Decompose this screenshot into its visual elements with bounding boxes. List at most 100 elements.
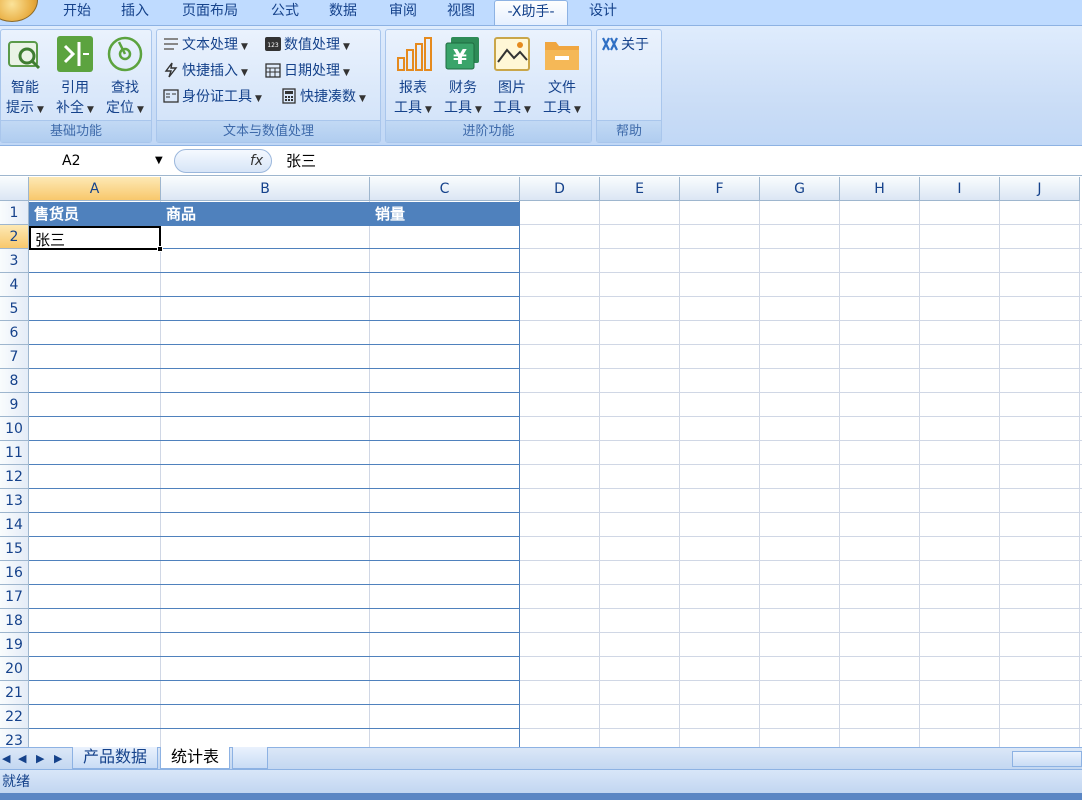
row-header-9[interactable]: 9	[0, 393, 29, 417]
column-header-h[interactable]: H	[840, 177, 920, 201]
id-card-tool-button[interactable]: 身份证工具 ▼	[163, 86, 262, 108]
row-header-18[interactable]: 18	[0, 609, 29, 633]
svg-text:¥: ¥	[453, 45, 467, 69]
row-header-7[interactable]: 7	[0, 345, 29, 369]
chevron-down-icon: ▼	[343, 68, 350, 78]
column-header-i[interactable]: I	[920, 177, 1000, 201]
column-header-g[interactable]: G	[760, 177, 840, 201]
find-locate-button[interactable]: 查找 定位 ▼	[101, 34, 149, 120]
row-header-21[interactable]: 21	[0, 681, 29, 705]
select-all-corner[interactable]	[0, 177, 29, 201]
prev-sheet-icon[interactable]: ◀	[18, 750, 26, 768]
number-processing-button[interactable]: 123 数值处理 ▼	[265, 34, 350, 56]
smart-hint-label-1: 智能	[11, 80, 39, 96]
fx-icon[interactable]: fx	[250, 149, 263, 173]
row-header-8[interactable]: 8	[0, 369, 29, 393]
yuan-icon: ¥	[445, 37, 479, 70]
x-logo-icon	[602, 37, 618, 51]
tab-x-helper[interactable]: -X助手-	[494, 0, 568, 26]
row-header-11[interactable]: 11	[0, 441, 29, 465]
chevron-down-icon[interactable]: ▼	[155, 150, 163, 172]
date-processing-button[interactable]: 日期处理 ▼	[265, 60, 350, 82]
finance-tool-button[interactable]: ¥ 财务 工具 ▼	[439, 34, 487, 120]
header-sales[interactable]: 销量	[370, 202, 520, 226]
row-header-15[interactable]: 15	[0, 537, 29, 561]
tab-review[interactable]: 审阅	[378, 0, 428, 26]
about-button[interactable]: 关于	[602, 34, 649, 56]
formula-input[interactable]: 张三	[286, 149, 316, 173]
tab-page-layout[interactable]: 页面布局	[170, 0, 250, 26]
header-salesperson[interactable]: 售货员	[29, 202, 161, 226]
chevron-down-icon: ▼	[255, 94, 262, 104]
taskbar	[0, 793, 1082, 800]
column-header-j[interactable]: J	[1000, 177, 1080, 201]
tab-home[interactable]: 开始	[52, 0, 102, 26]
row-header-3[interactable]: 3	[0, 249, 29, 273]
group-basic-functions: 智能 提示 ▼ 引用 补全 ▼ 查找 定位 ▼ 基础功能	[0, 29, 152, 143]
column-header-c[interactable]: C	[370, 177, 520, 201]
table-row-line	[29, 608, 520, 609]
sheet-tab-product-data[interactable]: 产品数据	[72, 747, 159, 769]
horizontal-scrollbar[interactable]	[1012, 751, 1082, 767]
column-gridline	[369, 201, 370, 747]
reference-complete-button[interactable]: 引用 补全 ▼	[51, 34, 99, 120]
new-sheet-icon[interactable]	[232, 747, 268, 769]
tab-design[interactable]: 设计	[576, 0, 630, 26]
row-header-19[interactable]: 19	[0, 633, 29, 657]
row-header-23[interactable]: 23	[0, 729, 29, 747]
office-button[interactable]	[0, 0, 38, 22]
column-gridline	[599, 201, 600, 747]
row-header-2[interactable]: 2	[0, 225, 29, 249]
row-header-6[interactable]: 6	[0, 321, 29, 345]
chevron-down-icon: ▼	[425, 105, 432, 115]
smart-hint-button[interactable]: 智能 提示 ▼	[1, 34, 49, 120]
column-header-a[interactable]: A	[29, 177, 161, 201]
table-row-line	[29, 392, 520, 393]
row-header-17[interactable]: 17	[0, 585, 29, 609]
quick-sum-label: 快捷凑数	[300, 89, 356, 105]
table-row-line	[29, 488, 520, 489]
sheet-tab-bar: ◀ ◀ ▶ ▶ 产品数据 统计表	[0, 747, 1082, 769]
sheet-tab-statistics[interactable]: 统计表	[160, 747, 231, 769]
row-header-14[interactable]: 14	[0, 513, 29, 537]
spreadsheet-grid[interactable]: ABCDEFGHIJ 1 2 3 4 5 6 7 8 9 10 11 12 13 14 15 16 17 18 19…	[0, 177, 1082, 747]
column-header-e[interactable]: E	[600, 177, 680, 201]
active-cell-a2[interactable]: 张三	[29, 226, 161, 250]
id-card-tool-label: 身份证工具	[182, 89, 252, 105]
column-header-b[interactable]: B	[161, 177, 370, 201]
row-header-10[interactable]: 10	[0, 417, 29, 441]
next-sheet-icon[interactable]: ▶	[36, 750, 44, 768]
tab-formulas[interactable]: 公式	[258, 0, 312, 26]
tab-view[interactable]: 视图	[436, 0, 486, 26]
chevron-down-icon: ▼	[343, 42, 350, 52]
report-tool-button[interactable]: 报表 工具 ▼	[389, 34, 437, 120]
header-product[interactable]: 商品	[161, 202, 370, 226]
row-header-12[interactable]: 12	[0, 465, 29, 489]
last-sheet-icon[interactable]: ▶	[54, 750, 62, 768]
quick-sum-button[interactable]: 快捷凑数 ▼	[281, 86, 366, 108]
find-label-2: 定位	[106, 100, 135, 116]
row-header-1[interactable]: 1	[0, 201, 29, 225]
row-header-16[interactable]: 16	[0, 561, 29, 585]
column-header-d[interactable]: D	[520, 177, 600, 201]
quick-insert-button[interactable]: 快捷插入 ▼	[163, 60, 248, 82]
row-header-13[interactable]: 13	[0, 489, 29, 513]
column-gridline	[1079, 201, 1080, 747]
chevron-down-icon: ▼	[241, 42, 248, 52]
text-processing-button[interactable]: 文本处理 ▼	[163, 34, 248, 56]
row-header-5[interactable]: 5	[0, 297, 29, 321]
row-header-22[interactable]: 22	[0, 705, 29, 729]
fill-handle[interactable]	[157, 246, 163, 252]
column-header-f[interactable]: F	[680, 177, 760, 201]
first-sheet-icon[interactable]: ◀	[2, 750, 10, 768]
tab-data[interactable]: 数据	[318, 0, 368, 26]
picture-tool-button[interactable]: 图片 工具 ▼	[488, 34, 536, 120]
file-tool-button[interactable]: 文件 工具 ▼	[538, 34, 586, 120]
tab-insert[interactable]: 插入	[110, 0, 160, 26]
calculator-icon	[282, 88, 296, 104]
row-header-20[interactable]: 20	[0, 657, 29, 681]
row-header-4[interactable]: 4	[0, 273, 29, 297]
magnifier-icon	[8, 41, 41, 70]
table-row-line	[29, 512, 520, 513]
name-box[interactable]: A2	[0, 149, 170, 173]
